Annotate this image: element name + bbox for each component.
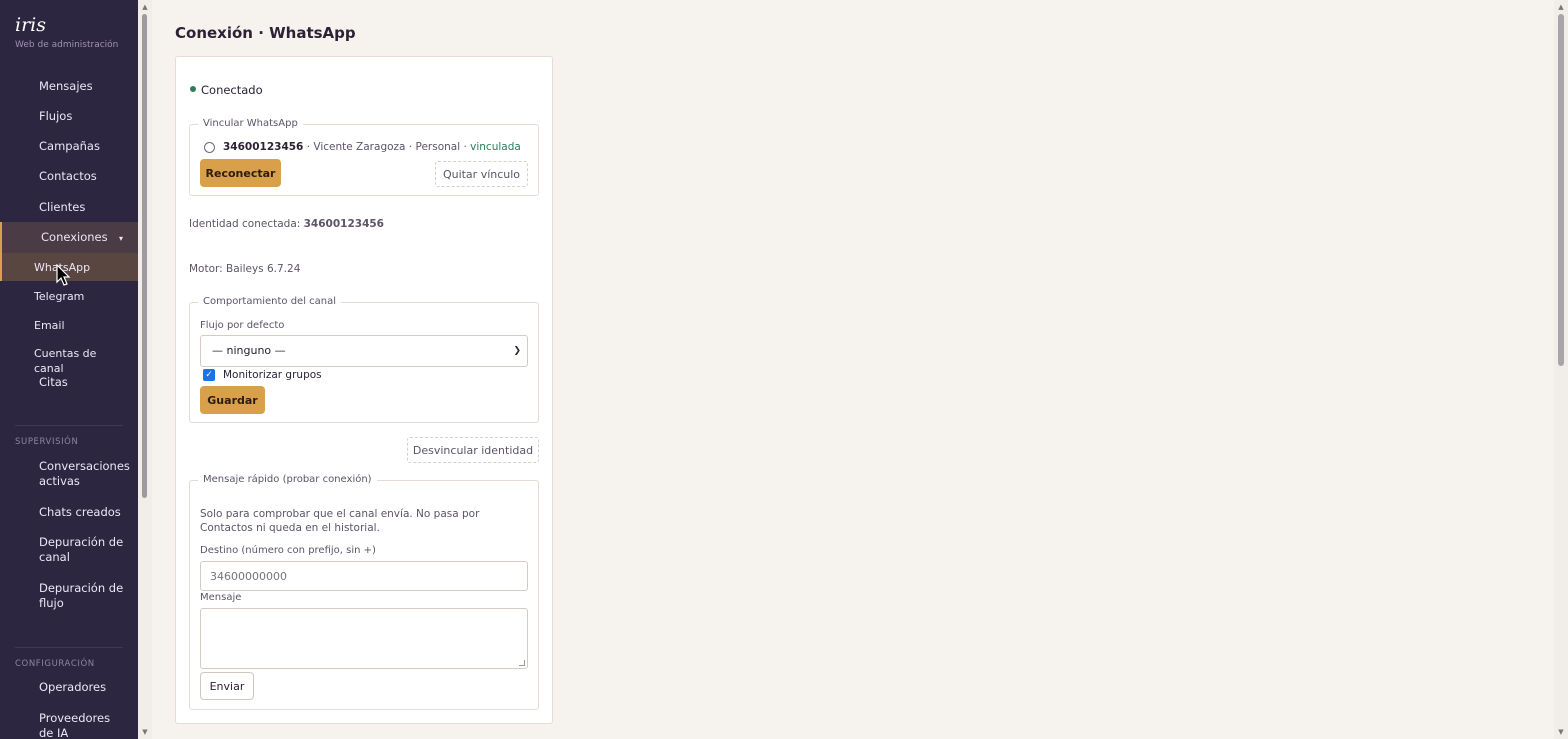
save-button[interactable]: Guardar: [200, 386, 265, 414]
sidebar-item-label: Conexiones: [41, 230, 108, 244]
default-flow-select[interactable]: — ninguno — ❯: [200, 335, 528, 367]
sidebar-item-label: Campañas: [39, 139, 100, 153]
brand-subtitle: Web de administración: [15, 40, 119, 50]
sidebar-item-cuentas-canal[interactable]: Cuentas de canal: [0, 346, 138, 375]
status-dot-icon: [190, 86, 196, 92]
sidebar-item-label: Mensajes: [39, 79, 93, 93]
quick-legend: Mensaje rápido (probar conexión): [198, 473, 377, 487]
scroll-down-arrow-icon[interactable]: ▼: [140, 727, 150, 737]
sidebar-item-campanas[interactable]: Campañas: [0, 139, 138, 154]
sidebar-item-label: Citas: [39, 375, 68, 389]
monitor-groups-checkbox[interactable]: ✓: [203, 369, 215, 381]
sidebar-item-operadores[interactable]: Operadores: [0, 680, 138, 695]
sidebar-item-label: Depuración de flujo: [39, 581, 124, 610]
link-legend: Vincular WhatsApp: [198, 117, 303, 131]
sidebar-item-label: Proveedores de IA: [39, 711, 111, 739]
account-line: 34600123456 · Vicente Zaragoza · Persona…: [223, 141, 521, 153]
account-radio[interactable]: [204, 142, 215, 153]
sidebar-item-label: WhatsApp: [34, 261, 91, 274]
sidebar-divider: [15, 647, 123, 648]
unlink-identity-button[interactable]: Desvincular identidad: [407, 437, 539, 463]
flow-label: Flujo por defecto: [200, 320, 285, 331]
sidebar-item-depuracion-canal[interactable]: Depuración de canal: [0, 535, 138, 566]
sidebar-item-chats-creados[interactable]: Chats creados: [0, 505, 138, 520]
sidebar-divider: [15, 425, 123, 426]
page-title: Conexión · WhatsApp: [175, 24, 356, 42]
sidebar-item-label: Operadores: [39, 680, 107, 694]
unlink-button[interactable]: Quitar vínculo: [435, 161, 528, 187]
identity-value: 34600123456: [303, 218, 384, 230]
sidebar-item-telegram[interactable]: Telegram: [0, 289, 138, 304]
behavior-fieldset: Comportamiento del canal Flujo por defec…: [189, 295, 539, 423]
sidebar-item-flujos[interactable]: Flujos: [0, 109, 138, 124]
sidebar-item-label: Contactos: [39, 169, 97, 183]
sidebar-item-contactos[interactable]: Contactos: [0, 169, 138, 184]
scroll-down-arrow-icon[interactable]: ▼: [1556, 727, 1566, 737]
section-label-supervision: SUPERVISIÓN: [15, 437, 79, 447]
page-scrollbar[interactable]: ▲ ▼: [1554, 0, 1568, 739]
account-number: 34600123456: [223, 141, 304, 153]
quick-description: Solo para comprobar que el canal envía. …: [200, 508, 480, 534]
link-fieldset: Vincular WhatsApp 34600123456 · Vicente …: [189, 117, 539, 196]
identity-label: Identidad conectada:: [189, 218, 304, 230]
scrollbar-thumb[interactable]: [142, 14, 147, 498]
sidebar-item-label: Depuración de canal: [39, 535, 124, 564]
sidebar-item-label: Email: [34, 319, 65, 332]
send-button[interactable]: Enviar: [200, 672, 254, 700]
sidebar-group-conexiones[interactable]: Conexiones ▾: [0, 222, 138, 253]
sidebar-item-proveedores-ia[interactable]: Proveedores de IA: [0, 711, 138, 739]
connection-status: Conectado: [190, 83, 263, 97]
message-textarea[interactable]: [200, 608, 528, 669]
sidebar-item-citas[interactable]: Citas: [0, 375, 138, 390]
message-label: Mensaje: [200, 592, 242, 603]
engine-info: Motor: Baileys 6.7.24: [189, 263, 301, 275]
chevron-down-icon: ❯: [513, 346, 521, 356]
identity-line: Identidad conectada: 34600123456: [189, 218, 384, 230]
sidebar-item-email[interactable]: Email: [0, 318, 138, 333]
default-flow-value: — ninguno —: [212, 344, 286, 357]
sidebar-item-label: Chats creados: [39, 505, 121, 519]
status-label: Conectado: [201, 83, 263, 97]
scroll-up-arrow-icon[interactable]: ▲: [140, 2, 150, 12]
monitor-groups-label: Monitorizar grupos: [223, 369, 322, 381]
quick-message-fieldset: Mensaje rápido (probar conexión) Solo pa…: [189, 473, 539, 710]
scroll-up-arrow-icon[interactable]: ▲: [1556, 2, 1566, 12]
scrollbar-thumb[interactable]: [1558, 14, 1564, 366]
account-state: vinculada: [470, 141, 521, 153]
mouse-cursor-icon: [56, 264, 71, 286]
section-label-configuracion: CONFIGURACIÓN: [15, 659, 95, 669]
resize-handle-icon[interactable]: [519, 660, 525, 666]
sidebar-item-clientes[interactable]: Clientes: [0, 200, 138, 215]
destination-label: Destino (número con prefijo, sin +): [200, 545, 376, 556]
sidebar-item-label: Cuentas de canal: [34, 347, 97, 375]
sidebar-item-mensajes[interactable]: Mensajes: [0, 79, 138, 94]
sidebar-item-label: Conversaciones activas: [39, 459, 130, 488]
account-details: · Vicente Zaragoza · Personal ·: [303, 141, 471, 153]
sidebar: iris Web de administración Mensajes Fluj…: [0, 0, 138, 739]
connection-card: Conectado Vincular WhatsApp 34600123456 …: [175, 56, 553, 724]
sidebar-item-label: Telegram: [34, 290, 85, 303]
brand: iris Web de administración: [15, 14, 118, 50]
sidebar-item-conversaciones[interactable]: Conversaciones activas: [0, 459, 138, 490]
sidebar-item-depuracion-flujo[interactable]: Depuración de flujo: [0, 581, 138, 612]
sidebar-scrollbar[interactable]: ▲ ▼: [138, 0, 152, 739]
brand-logo: iris: [15, 14, 46, 36]
behavior-legend: Comportamiento del canal: [198, 295, 342, 309]
reconnect-button[interactable]: Reconectar: [200, 159, 281, 187]
caret-icon: ▾: [118, 234, 123, 243]
sidebar-item-label: Clientes: [39, 200, 86, 214]
destination-input[interactable]: [200, 561, 528, 591]
sidebar-item-label: Flujos: [39, 109, 73, 123]
